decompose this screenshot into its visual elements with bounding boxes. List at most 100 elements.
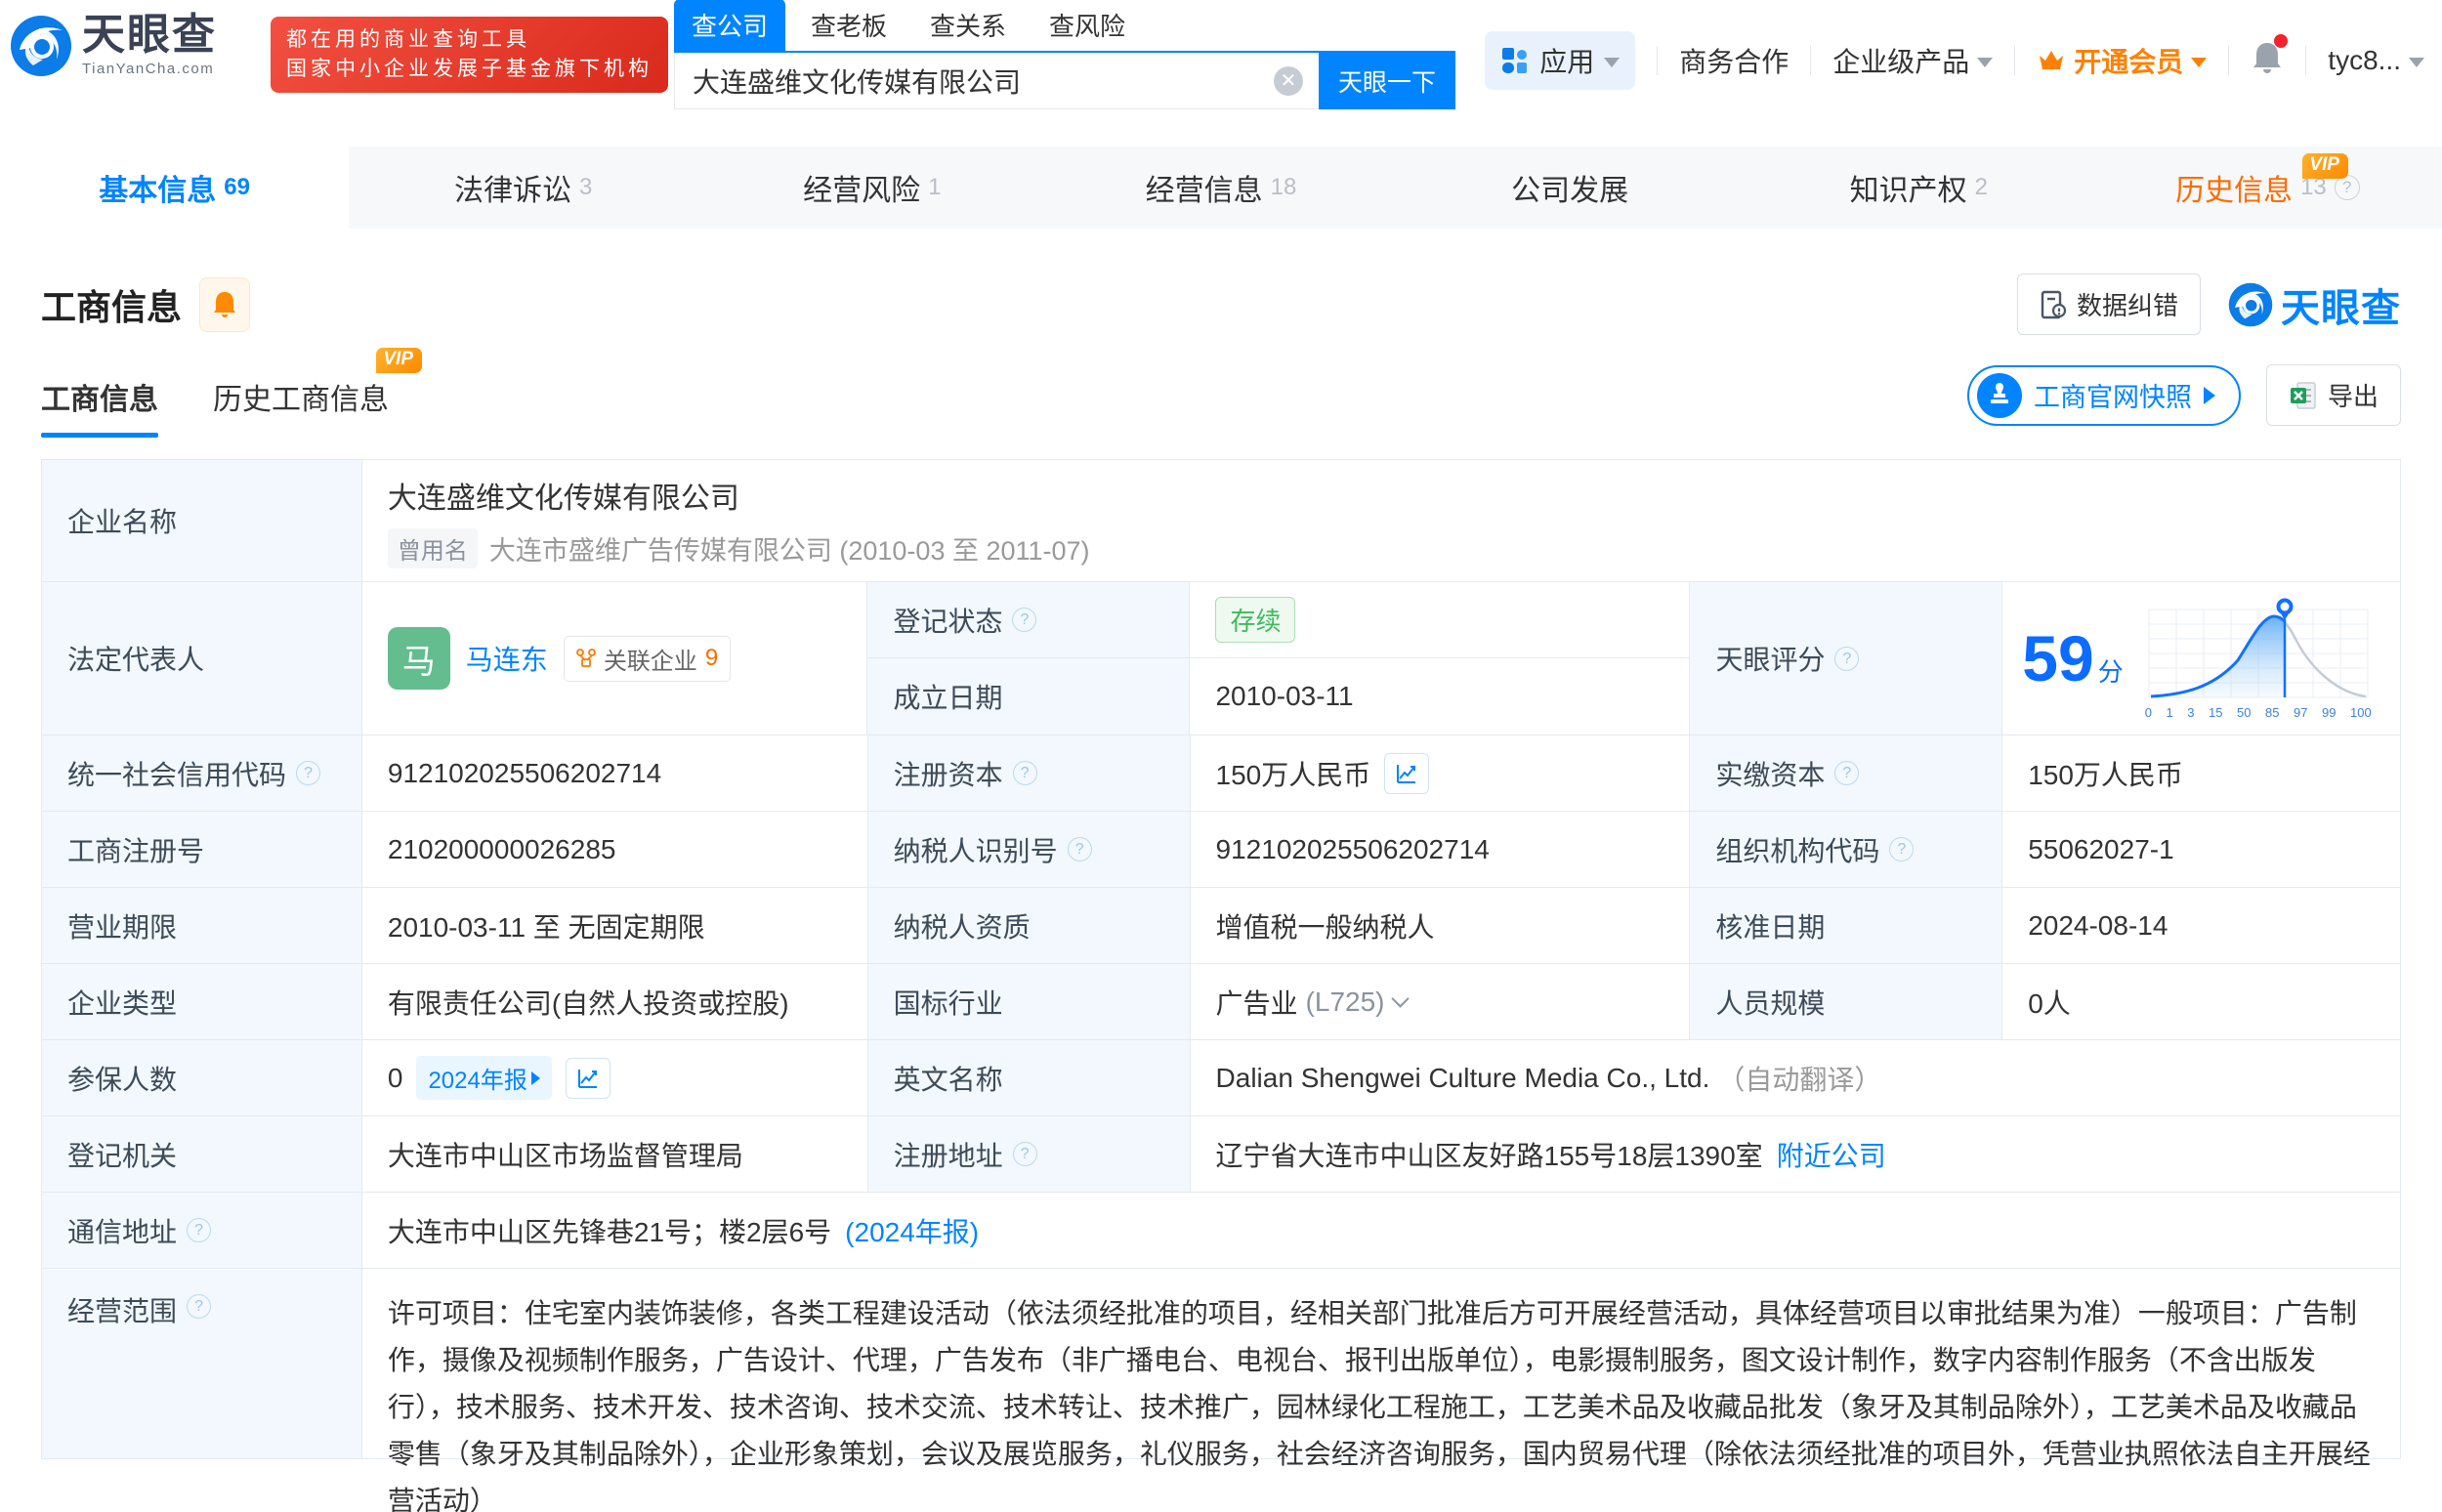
top-menu: 应用 商务合作 企业级产品 开通会员 (1485, 31, 2424, 90)
search-button[interactable]: 天眼一下 (1319, 53, 1455, 109)
field-label: 企业类型 (42, 964, 362, 1040)
table-row: 统一社会信用代码? 912102025506202714 注册资本? 150万人… (42, 735, 2401, 812)
help-icon[interactable]: ? (187, 1294, 211, 1319)
apps-menu[interactable]: 应用 (1485, 31, 1635, 90)
clear-search-icon[interactable]: ✕ (1274, 66, 1303, 96)
excel-icon (2289, 381, 2318, 410)
help-icon[interactable]: ? (1834, 647, 1859, 671)
data-correction-icon (2040, 290, 2067, 319)
status-badge: 存续 (1215, 597, 1295, 643)
menu-enterprise[interactable]: 企业级产品 (1832, 41, 1993, 80)
help-icon[interactable]: ? (1012, 608, 1036, 632)
promo-line-1: 都在用的商业查询工具 (286, 25, 653, 55)
related-companies-badge[interactable]: 关联企业 9 (564, 636, 731, 682)
field-label: 人员规模 (1690, 964, 2002, 1040)
score-distribution-chart: 01 315 5085 9799 100 (2145, 598, 2372, 720)
score-value: 59 (2022, 626, 2093, 691)
export-button[interactable]: 导出 (2266, 364, 2401, 426)
tab-legal-proceedings[interactable]: 法律诉讼3 (349, 147, 697, 229)
field-label: 参保人数 (42, 1040, 362, 1116)
help-icon[interactable]: ? (1013, 761, 1037, 785)
page: 天眼查 TianYanCha.com 都在用的商业查询工具 国家中小企业发展子基… (0, 0, 2442, 1512)
promo-line-2: 国家中小企业发展子基金旗下机构 (286, 55, 653, 84)
tianyancha-logo[interactable]: 天眼查 TianYanCha.com (10, 14, 217, 77)
official-snapshot-button[interactable]: 工商官网快照 (1967, 365, 2241, 426)
notification-dot (2274, 34, 2288, 48)
company-name: 大连盛维文化传媒有限公司 (388, 474, 739, 517)
help-icon[interactable]: ? (1834, 761, 1859, 785)
vip-badge: VIP (376, 348, 422, 373)
chevron-down-icon (2409, 58, 2424, 67)
menu-open-vip[interactable]: 开通会员 (2037, 41, 2207, 80)
menu-cooperation[interactable]: 商务合作 (1679, 41, 1789, 80)
search-tab-risk[interactable]: 查风险 (1032, 0, 1143, 51)
app-grid-icon (1500, 46, 1530, 75)
brand-domain: TianYanCha.com (82, 61, 217, 77)
legal-rep-name-link[interactable]: 马连东 (466, 639, 548, 678)
capital-trend-icon[interactable] (1384, 753, 1429, 794)
user-menu[interactable]: tyc8... (2328, 45, 2424, 76)
search-input[interactable] (675, 55, 1242, 107)
promo-banner: 都在用的商业查询工具 国家中小企业发展子基金旗下机构 (271, 17, 668, 93)
search-tab-relation[interactable]: 查关系 (912, 0, 1024, 51)
taxpayer-id-cell: 912102025506202714 (1191, 812, 1691, 888)
field-label: 登记状态? (867, 582, 1190, 658)
logo-swirl-icon (10, 15, 72, 77)
logo-swirl-icon (2228, 282, 2273, 327)
table-row: 企业名称 大连盛维文化传媒有限公司 曾用名 大连市盛维广告传媒有限公司 (201… (42, 460, 2401, 582)
annual-report-link[interactable]: 2024年报 (416, 1056, 551, 1100)
table-row: 法定代表人 马 马连东 关联企业 9 (42, 582, 2401, 735)
table-row: 企业类型 有限责任公司(自然人投资或控股) 国标行业 广告业 (L725) 人员… (42, 964, 2401, 1040)
subtab-history-business-info[interactable]: VIP 历史工商信息 (213, 375, 389, 438)
stamp-icon (1977, 373, 2022, 418)
field-label: 国标行业 (868, 964, 1191, 1040)
taxpayer-quality-cell: 增值税一般纳税人 (1191, 888, 1691, 964)
mail-address-report-link[interactable]: (2024年报) (845, 1211, 979, 1250)
subtab-business-info[interactable]: 工商信息 (41, 375, 158, 438)
help-icon[interactable]: ? (1013, 1142, 1037, 1166)
reg-number-cell: 210200000026285 (362, 812, 868, 888)
tab-history-info[interactable]: VIP 历史信息13 ? (2093, 147, 2442, 229)
tab-operation-risk[interactable]: 经营风险1 (697, 147, 1046, 229)
tab-basic-info[interactable]: 基本信息69 (0, 147, 349, 229)
chevron-down-icon (1604, 58, 1620, 67)
tab-intellectual-property[interactable]: 知识产权2 (1745, 147, 2093, 229)
field-label: 核准日期 (1690, 888, 2002, 964)
username: tyc8... (2328, 45, 2401, 76)
help-icon[interactable]: ? (187, 1218, 211, 1242)
search-tab-company[interactable]: 查公司 (674, 0, 785, 51)
search-box: ✕ 天眼一下 (674, 51, 1455, 109)
data-correction-button[interactable]: 数据纠错 (2017, 273, 2201, 335)
insured-trend-icon[interactable] (566, 1058, 610, 1099)
english-name-cell: Dalian Shengwei Culture Media Co., Ltd. … (1191, 1040, 2401, 1116)
search-tab-boss[interactable]: 查老板 (793, 0, 905, 51)
search-area: 查公司 查老板 查关系 查风险 ✕ 天眼一下 (674, 8, 1455, 109)
tab-operation-info[interactable]: 经营信息18 (1046, 147, 1395, 229)
business-scope-cell: 许可项目：住宅室内装饰装修，各类工程建设活动（依法须经批准的项目，经相关部门批准… (362, 1269, 2401, 1459)
field-label: 注册资本? (868, 735, 1191, 812)
related-network-icon (576, 649, 596, 668)
help-icon[interactable]: ? (1068, 837, 1092, 861)
vip-badge: VIP (2302, 153, 2348, 179)
auto-translate-note: （自动翻译） (1717, 1059, 1881, 1098)
company-name-cell: 大连盛维文化传媒有限公司 曾用名 大连市盛维广告传媒有限公司 (2010-03 … (362, 460, 2401, 582)
reg-status-cell: 存续 (1190, 582, 1690, 658)
paid-capital-cell: 150万人民币 (2002, 735, 2401, 812)
nearby-companies-link[interactable]: 附近公司 (1777, 1135, 1886, 1174)
help-icon[interactable]: ? (2335, 175, 2360, 200)
expand-industry-icon[interactable] (1392, 989, 1410, 1007)
establish-date-cell: 2010-03-11 (1190, 658, 1690, 735)
field-label: 成立日期 (867, 658, 1190, 735)
mail-address-cell: 大连市中山区先锋巷21号；楼2层6号 (2024年报) (362, 1193, 2401, 1269)
help-icon[interactable]: ? (1889, 837, 1914, 861)
bell-icon (212, 290, 237, 319)
field-label: 经营范围? (42, 1269, 362, 1459)
help-icon[interactable]: ? (296, 761, 320, 785)
arrow-right-icon (531, 1071, 540, 1085)
notification-bell[interactable] (2251, 40, 2284, 82)
tab-company-development[interactable]: 公司发展 (1396, 147, 1745, 229)
section-title: 工商信息 (41, 279, 182, 330)
legal-rep-avatar[interactable]: 马 (388, 627, 450, 690)
field-label: 注册地址? (868, 1116, 1191, 1193)
subscribe-bell-button[interactable] (199, 277, 250, 332)
